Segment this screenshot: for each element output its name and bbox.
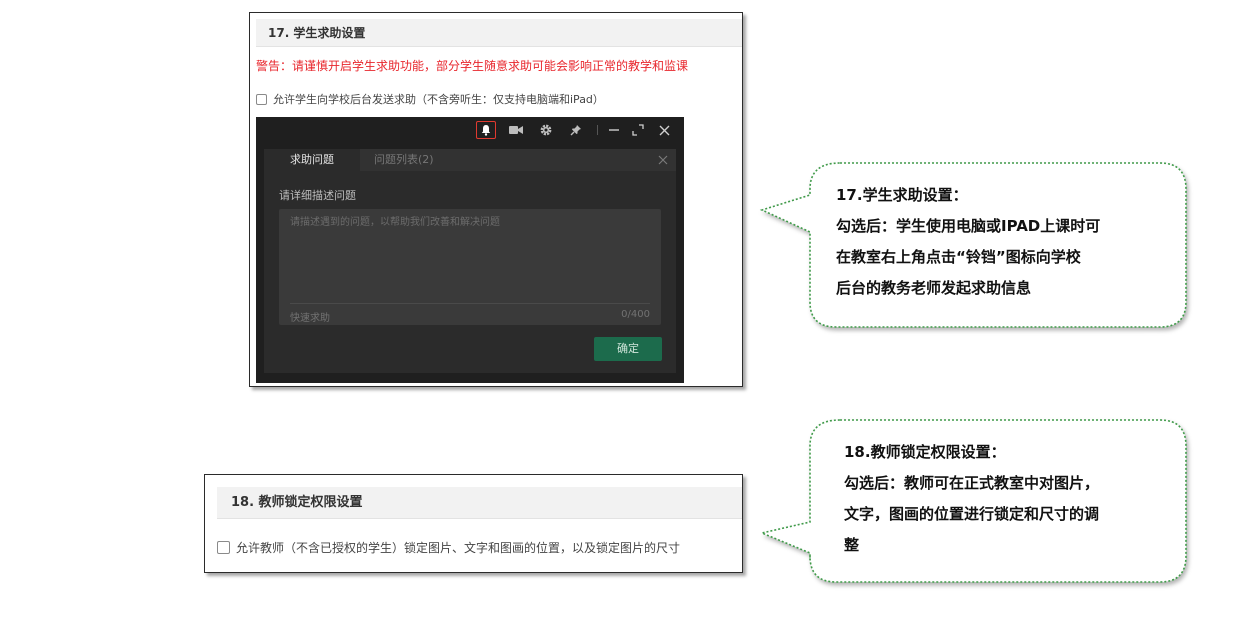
bell-icon <box>481 125 491 136</box>
fullscreen-icon <box>632 124 644 136</box>
settings-button[interactable] <box>536 121 556 139</box>
allow-student-help-checkbox[interactable] <box>256 93 267 105</box>
pin-button[interactable] <box>566 121 586 139</box>
fullscreen-button[interactable] <box>628 121 648 139</box>
allow-teacher-lock-option[interactable]: 允许教师（不含已授权的学生）锁定图片、文字和图画的位置，以及锁定图片的尺寸 <box>217 539 680 556</box>
callout-17-line: 后台的教务老师发起求助信息 <box>836 279 1032 297</box>
help-bell-button[interactable] <box>476 121 496 139</box>
tab-question-list[interactable]: 问题列表(2) <box>374 149 434 171</box>
callout-18-text: 18.教师锁定权限设置： 勾选后：教师可在正式教室中对图片， 文字，图画的位置进… <box>844 437 1162 561</box>
toolbar-divider <box>597 125 598 135</box>
callout-18-line: 勾选后：教师可在正式教室中对图片， <box>844 474 1100 492</box>
problem-input-placeholder: 请描述遇到的问题，以帮助我们改善和解决问题 <box>290 217 500 228</box>
window-close-button[interactable] <box>654 121 674 139</box>
close-icon <box>658 155 668 165</box>
describe-problem-label: 请详细描述问题 <box>279 189 356 202</box>
character-counter: 0/400 <box>621 309 650 320</box>
dialog-close-button[interactable] <box>658 149 668 171</box>
minimize-button[interactable] <box>604 121 624 139</box>
callout-17-line: 勾选后：学生使用电脑或IPAD上课时可 <box>836 217 1101 235</box>
gear-icon <box>540 124 552 136</box>
camera-button[interactable] <box>506 121 526 139</box>
allow-student-help-label: 允许学生向学校后台发送求助（不含旁听生：仅支持电脑端和iPad） <box>273 93 604 106</box>
allow-student-help-option[interactable]: 允许学生向学校后台发送求助（不含旁听生：仅支持电脑端和iPad） <box>256 91 604 107</box>
section-17-title: 17. 学生求助设置 <box>256 19 742 47</box>
callout-17-line: 17.学生求助设置： <box>836 186 968 204</box>
callout-17-text: 17.学生求助设置： 勾选后：学生使用电脑或IPAD上课时可 在教室右上角点击“… <box>836 180 1158 304</box>
minimize-icon <box>609 129 619 131</box>
callout-18-line: 18.教师锁定权限设置： <box>844 443 1006 461</box>
problem-description-input[interactable]: 请描述遇到的问题，以帮助我们改善和解决问题 快速求助 0/400 <box>279 209 661 325</box>
section-18-title: 18. 教师锁定权限设置 <box>217 487 742 519</box>
classroom-client-window: 求助问题 问题列表(2) 请详细描述问题 请描述遇到的问题，以帮助我们改善和解决… <box>256 117 684 383</box>
confirm-button[interactable]: 确定 <box>594 337 662 361</box>
callout-17-line: 在教室右上角点击“铃铛”图标向学校 <box>836 248 1081 266</box>
textarea-divider <box>290 303 650 304</box>
pin-icon <box>570 125 581 136</box>
client-title-bar <box>256 117 684 143</box>
student-help-settings-panel: 17. 学生求助设置 警告：请谨慎开启学生求助功能，部分学生随意求助可能会影响正… <box>249 12 743 387</box>
quick-help-link[interactable]: 快速求助 <box>290 309 330 324</box>
allow-teacher-lock-label: 允许教师（不含已授权的学生）锁定图片、文字和图画的位置，以及锁定图片的尺寸 <box>236 541 681 555</box>
camera-icon <box>509 126 523 134</box>
help-request-dialog: 求助问题 问题列表(2) 请详细描述问题 请描述遇到的问题，以帮助我们改善和解决… <box>264 149 676 373</box>
allow-teacher-lock-checkbox[interactable] <box>217 541 230 554</box>
teacher-lock-settings-panel: 18. 教师锁定权限设置 允许教师（不含已授权的学生）锁定图片、文字和图画的位置… <box>204 474 743 573</box>
warning-text: 警告：请谨慎开启学生求助功能，部分学生随意求助可能会影响正常的教学和监课 <box>256 59 689 73</box>
dialog-tabs: 求助问题 问题列表(2) <box>264 149 676 171</box>
tab-help-question[interactable]: 求助问题 <box>264 149 360 171</box>
callout-18-line: 整 <box>844 536 860 554</box>
callout-18-line: 文字，图画的位置进行锁定和尺寸的调 <box>844 505 1100 523</box>
close-icon <box>659 125 669 135</box>
